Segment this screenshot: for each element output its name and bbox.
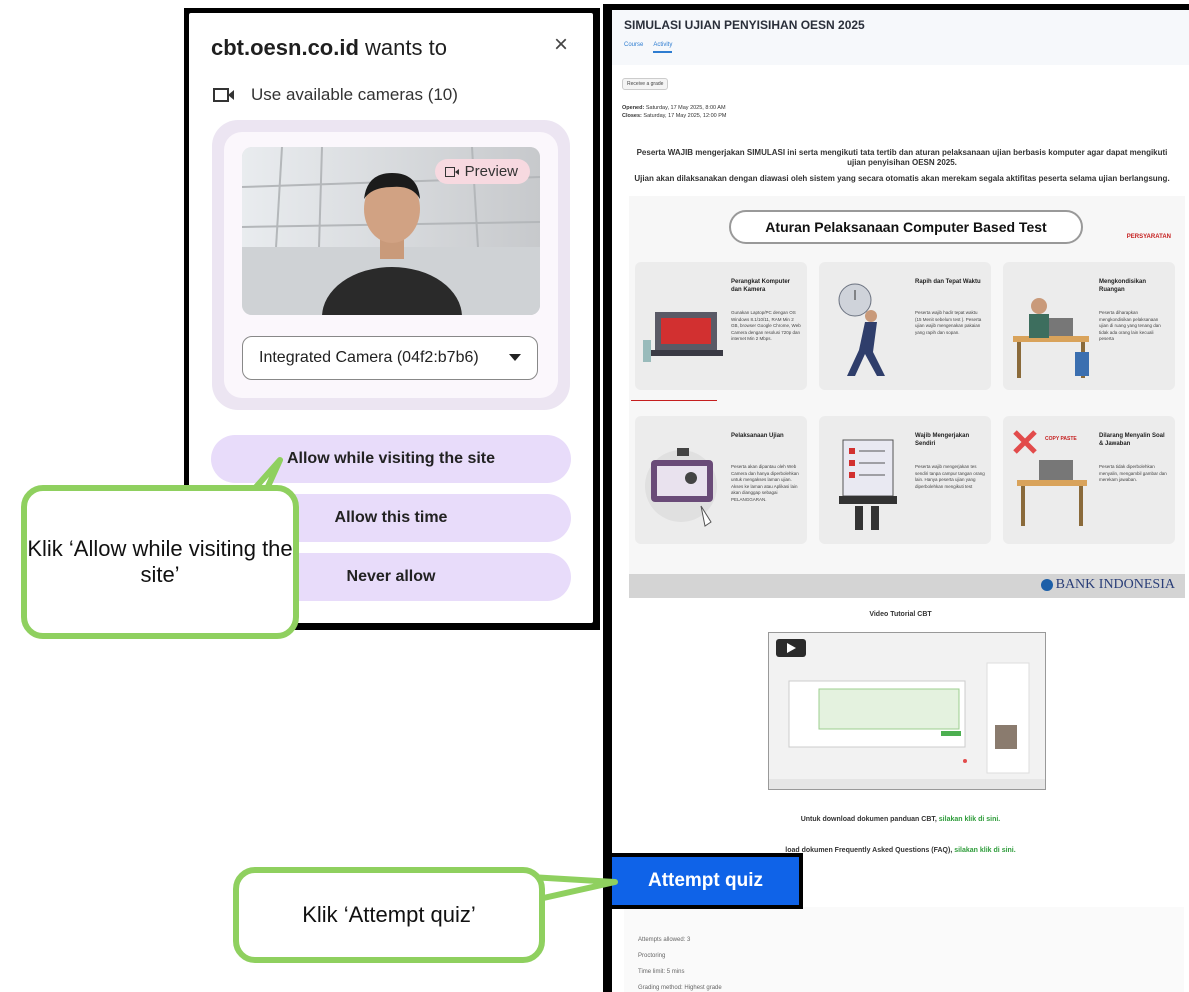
camera-preview-image: Preview	[242, 147, 540, 315]
close-button[interactable]: ×	[554, 31, 568, 59]
rule-card: Perangkat Komputer dan Kamera Gunakan La…	[635, 262, 807, 390]
permission-row: Use available cameras (10)	[213, 85, 458, 105]
preview-badge: Preview	[434, 159, 530, 184]
camera-select-value: Integrated Camera (04f2:b7b6)	[259, 349, 479, 366]
quiz-info-panel: Attempts allowed: 3 Proctoring Time limi…	[624, 907, 1184, 992]
monitoring-screen-icon	[645, 448, 717, 527]
callout-allow: Klik ‘Allow while visiting the site’	[21, 485, 299, 639]
download-faq-link[interactable]: silakan klik di sini.	[954, 847, 1015, 854]
intro-text: Peserta WAJIB mengerjakan SIMULASI ini s…	[634, 148, 1170, 183]
desk-person-icon	[1013, 298, 1089, 378]
tag-requirements: PERSYARATAN	[1126, 234, 1171, 240]
clock-person-icon	[838, 283, 885, 376]
grading-method: Grading method: Highest grade	[638, 985, 722, 991]
bank-emblem-icon	[1040, 579, 1053, 591]
receive-grade-badge: Receive a grade	[622, 78, 669, 90]
dialog-title: cbt.oesn.co.id wants to	[211, 35, 447, 60]
laptop-test-icon	[839, 439, 897, 530]
secondary-nav: Course Activity	[624, 42, 673, 53]
nav-course[interactable]: Course	[624, 42, 643, 53]
rule-card: COPY PASTE Dilarang Menyalin Soal & Jawa…	[1003, 416, 1175, 544]
video-icon	[444, 166, 459, 177]
download-guide-link[interactable]: silakan klik di sini.	[939, 816, 1000, 823]
camera-icon	[213, 88, 234, 102]
attempts-allowed: Attempts allowed: 3	[638, 937, 691, 943]
callout-attempt: Klik ‘Attempt quiz’	[233, 867, 545, 963]
time-limit: Time limit: 5 mins	[638, 969, 685, 975]
laptop-icon	[643, 312, 723, 362]
page-title: SIMULASI UJIAN PENYISIHAN OESN 2025	[624, 18, 865, 32]
permission-label: Use available cameras (10)	[251, 85, 458, 104]
bank-indonesia-logo: BANK INDONESIA	[1040, 577, 1175, 593]
course-page: SIMULASI UJIAN PENYISIHAN OESN 2025 Cour…	[612, 10, 1189, 992]
copy-paste-label: COPY PASTE	[1045, 436, 1077, 442]
dropdown-arrow-icon	[509, 354, 521, 361]
rule-card: Mengkondisikan Ruangan Peserta diharapka…	[1003, 262, 1175, 390]
nav-activity[interactable]: Activity	[653, 42, 673, 53]
video-tutorial-player[interactable]	[768, 632, 1046, 790]
camera-preview-panel: Preview Integrated Camera (04f2:b7b6)	[212, 120, 570, 410]
rule-card: Rapih dan Tepat Waktu Peserta wajib hadi…	[819, 262, 991, 390]
infographic-footer: BANK INDONESIA	[629, 574, 1185, 598]
page-header: SIMULASI UJIAN PENYISIHAN OESN 2025 Cour…	[612, 10, 1189, 65]
attempt-quiz-button[interactable]: Attempt quiz	[608, 853, 803, 909]
download-guide-text: Untuk download dokumen panduan CBT, sila…	[800, 816, 1001, 823]
no-copy-icon: COPY PASTE	[1013, 430, 1087, 526]
video-thumbnail	[769, 662, 1045, 789]
rule-card: Pelaksanaan Ujian Peserta akan dipantau …	[635, 416, 807, 544]
rule-card: Wajib Mengerjakan Sendiri Peserta wajib …	[819, 416, 991, 544]
infographic-title: Aturan Pelaksanaan Computer Based Test	[729, 210, 1083, 244]
rules-infographic: Aturan Pelaksanaan Computer Based Test P…	[629, 196, 1185, 598]
proctoring-label: Proctoring	[638, 953, 666, 959]
video-title: Video Tutorial CBT	[869, 611, 932, 618]
activity-dates: Opened: Saturday, 17 May 2025, 8:00 AM C…	[622, 105, 727, 119]
camera-select[interactable]: Integrated Camera (04f2:b7b6)	[242, 336, 538, 380]
